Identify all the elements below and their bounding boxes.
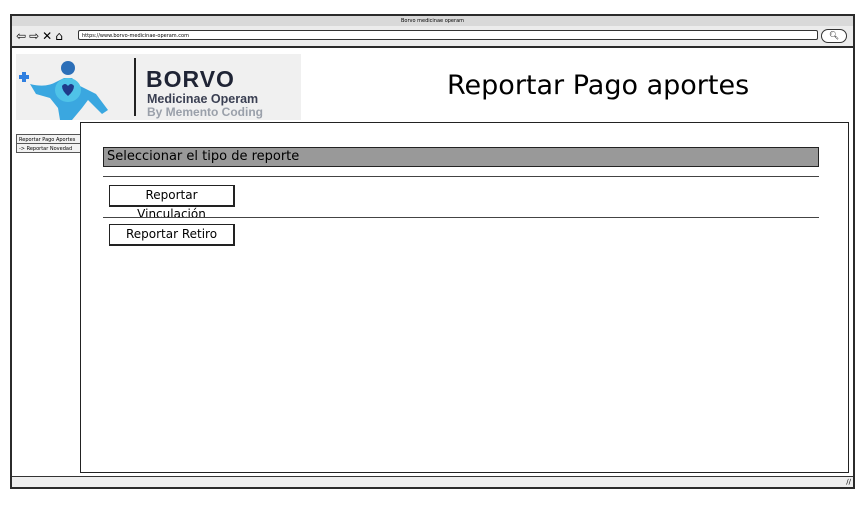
url-field[interactable]: https://www.borvo-medicinae-operam.com [78,30,818,40]
brand-tagline-2: By Memento Coding [147,105,263,119]
search-icon[interactable]: 🔍︎ [821,29,847,43]
brand-logo: BORVO Medicinae Operam By Memento Coding [16,54,301,120]
home-icon[interactable]: ⌂ [55,28,63,44]
divider-1 [103,176,819,177]
browser-window: Borvo medicinae operam ⇦ ⇨ ✕ ⌂ https://w… [10,14,855,489]
reportar-vinculacion-button[interactable]: Reportar Vinculación [109,185,235,221]
divider-2 [103,217,819,218]
sidebar: Reportar Pago Aportes -> Reportar Noveda… [16,134,82,153]
sidebar-item-reportar-pago[interactable]: Reportar Pago Aportes [16,134,82,144]
nav-icons: ⇦ ⇨ ✕ ⌂ [16,28,63,44]
brand-name: BORVO [146,66,235,92]
mascot-logo-icon [19,61,108,120]
resize-handle-icon[interactable]: ∕∕ [846,478,851,486]
sidebar-item-reportar-novedad[interactable]: -> Reportar Novedad [16,143,82,153]
page-title: Reportar Pago aportes [447,70,750,101]
logo-divider [134,58,136,116]
arrow-left-icon[interactable]: ⇦ [16,28,26,44]
brand-tagline-1: Medicinae Operam [147,92,259,106]
reportar-retiro-button[interactable]: Reportar Retiro [109,224,235,246]
close-icon[interactable]: ✕ [42,28,52,44]
status-bar: ∕∕ [12,476,853,487]
nav-bar: ⇦ ⇨ ✕ ⌂ https://www.borvo-medicinae-oper… [12,26,853,48]
section-header: Seleccionar el tipo de reporte [103,147,819,167]
main-panel: Seleccionar el tipo de reporte Reportar … [80,122,849,473]
arrow-right-icon[interactable]: ⇨ [29,28,39,44]
